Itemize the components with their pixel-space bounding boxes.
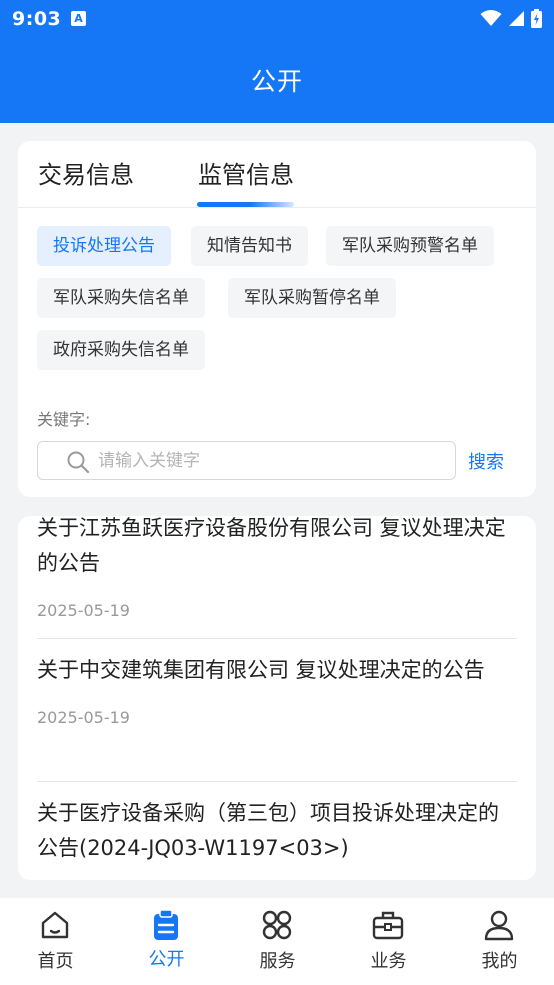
chip-government-dishonest-list[interactable]: 政府采购失信名单 (37, 330, 205, 370)
nav-home[interactable]: 首页 (0, 898, 111, 985)
nav-public-label: 公开 (148, 949, 185, 970)
list-item-date: 2025-05-19 (37, 708, 130, 727)
nav-mine[interactable]: 我的 (444, 898, 554, 985)
keyword-label: 关键字: (37, 410, 91, 429)
tab-supervision-info[interactable]: 监管信息 (198, 155, 294, 190)
nav-service-label: 服务 (259, 951, 296, 972)
filter-card: 交易信息 监管信息 投诉处理公告 知情告知书 军队采购预警名单 军队采购失信名单… (18, 141, 536, 497)
list-item[interactable]: 关于江苏鱼跃医疗设备股份有限公司 复议处理决定的公告 2025-05-19 (37, 516, 517, 620)
user-icon (484, 910, 514, 941)
chip-complaint-notice[interactable]: 投诉处理公告 (37, 226, 171, 266)
search-icon (67, 451, 90, 474)
nav-business[interactable]: 业务 (333, 898, 444, 985)
notification-a-icon: A (71, 11, 86, 26)
signal-icon (509, 10, 524, 26)
chip-military-warning-list[interactable]: 军队采购预警名单 (326, 226, 494, 266)
bottom-nav: 首页 公开 服务 业务 我的 (0, 898, 554, 985)
list-item-title: 关于江苏鱼跃医疗设备股份有限公司 复议处理决定的公告 (37, 516, 506, 575)
notice-list: 关于江苏鱼跃医疗设备股份有限公司 复议处理决定的公告 2025-05-19 关于… (18, 516, 536, 880)
list-item[interactable]: 关于医疗设备采购（第三包）项目投诉处理决定的公告(2024-JQ03-W1197… (37, 796, 517, 866)
status-icons (480, 8, 542, 28)
tab-bar: 交易信息 监管信息 (18, 141, 536, 208)
app-header: 9:03 A 公开 (0, 0, 554, 123)
nav-service[interactable]: 服务 (222, 898, 333, 985)
nav-business-label: 业务 (370, 951, 407, 972)
home-icon (41, 911, 69, 939)
chip-military-dishonest-list[interactable]: 军队采购失信名单 (37, 278, 205, 318)
apps-icon (262, 910, 292, 940)
battery-icon (531, 8, 542, 28)
status-time: 9:03 (12, 8, 62, 30)
clipboard-icon (154, 909, 178, 940)
status-bar: 9:03 A (0, 0, 554, 36)
search-input[interactable] (98, 442, 448, 479)
search-button[interactable]: 搜索 (468, 448, 504, 474)
tab-trade-info[interactable]: 交易信息 (38, 155, 134, 190)
chip-military-suspended-list[interactable]: 军队采购暂停名单 (228, 278, 396, 318)
list-item[interactable]: 关于中交建筑集团有限公司 复议处理决定的公告 2025-05-19 (37, 653, 517, 727)
nav-home-label: 首页 (37, 951, 74, 972)
nav-public[interactable]: 公开 (111, 898, 222, 985)
list-item-date: 2025-05-19 (37, 601, 130, 620)
nav-mine-label: 我的 (481, 951, 518, 972)
divider (37, 781, 517, 782)
list-item-title: 关于中交建筑集团有限公司 复议处理决定的公告 (37, 658, 485, 682)
wifi-icon (480, 10, 502, 26)
chip-notification-letter[interactable]: 知情告知书 (191, 226, 308, 266)
search-field[interactable] (37, 441, 456, 480)
page-title: 公开 (250, 67, 303, 96)
briefcase-icon (372, 911, 404, 940)
tab-active-indicator (197, 202, 294, 207)
divider (37, 638, 517, 639)
list-item-title: 关于医疗设备采购（第三包）项目投诉处理决定的公告(2024-JQ03-W1197… (37, 801, 499, 860)
